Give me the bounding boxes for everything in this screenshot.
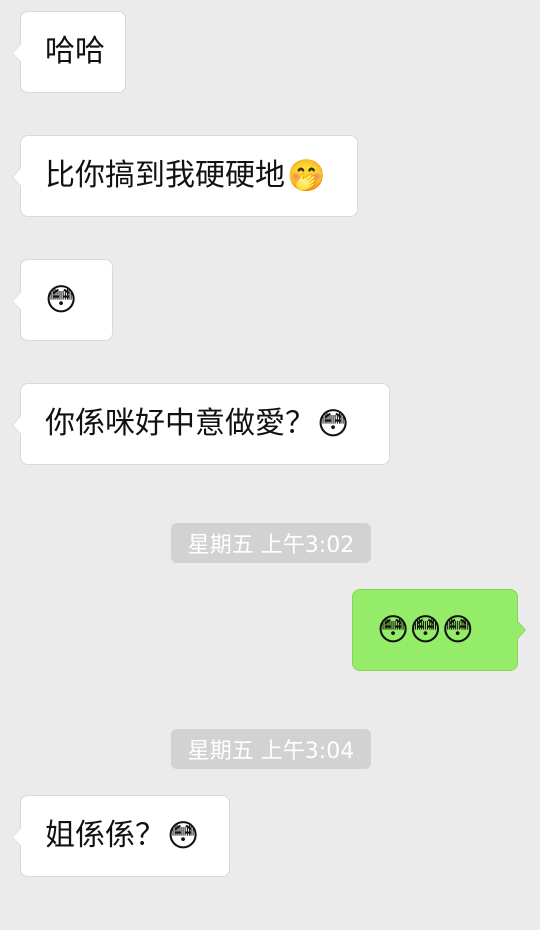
message-bubble-incoming[interactable]: 你係咪好中意做愛？ 😳 — [12, 383, 390, 465]
message-text: 比你搞到我硬硬地 — [45, 158, 285, 193]
message-bubble-incoming[interactable]: 😳 — [12, 259, 113, 341]
flushed-face-emoji-icon: 😳 — [167, 817, 200, 854]
message-text: 你係咪好中意做愛？ — [45, 406, 315, 441]
message-text: 姐係係？ — [45, 818, 165, 853]
timestamp: 星期五 上午3:02 — [171, 523, 371, 563]
chat-history: 哈哈 比你搞到我硬硬地 🤭 😳 你係咪好中意做愛？ 😳 星期五 上午3:02 😳… — [0, 0, 540, 930]
message-bubble-outgoing[interactable]: 😳😳😳 — [352, 589, 526, 671]
flushed-face-emoji-icon: 😳😳😳 — [377, 611, 474, 648]
message-bubble-incoming[interactable]: 比你搞到我硬硬地 🤭 — [12, 135, 358, 217]
timestamp: 星期五 上午3:04 — [171, 729, 371, 769]
message-bubble-incoming[interactable]: 姐係係？ 😳 — [12, 795, 230, 877]
flushed-face-emoji-icon: 😳 — [317, 405, 350, 442]
flushed-face-emoji-icon: 😳 — [45, 281, 78, 318]
hand-over-mouth-emoji-icon: 🤭 — [287, 157, 326, 194]
message-bubble-incoming[interactable]: 哈哈 — [12, 11, 126, 93]
message-text: 哈哈 — [45, 34, 105, 69]
